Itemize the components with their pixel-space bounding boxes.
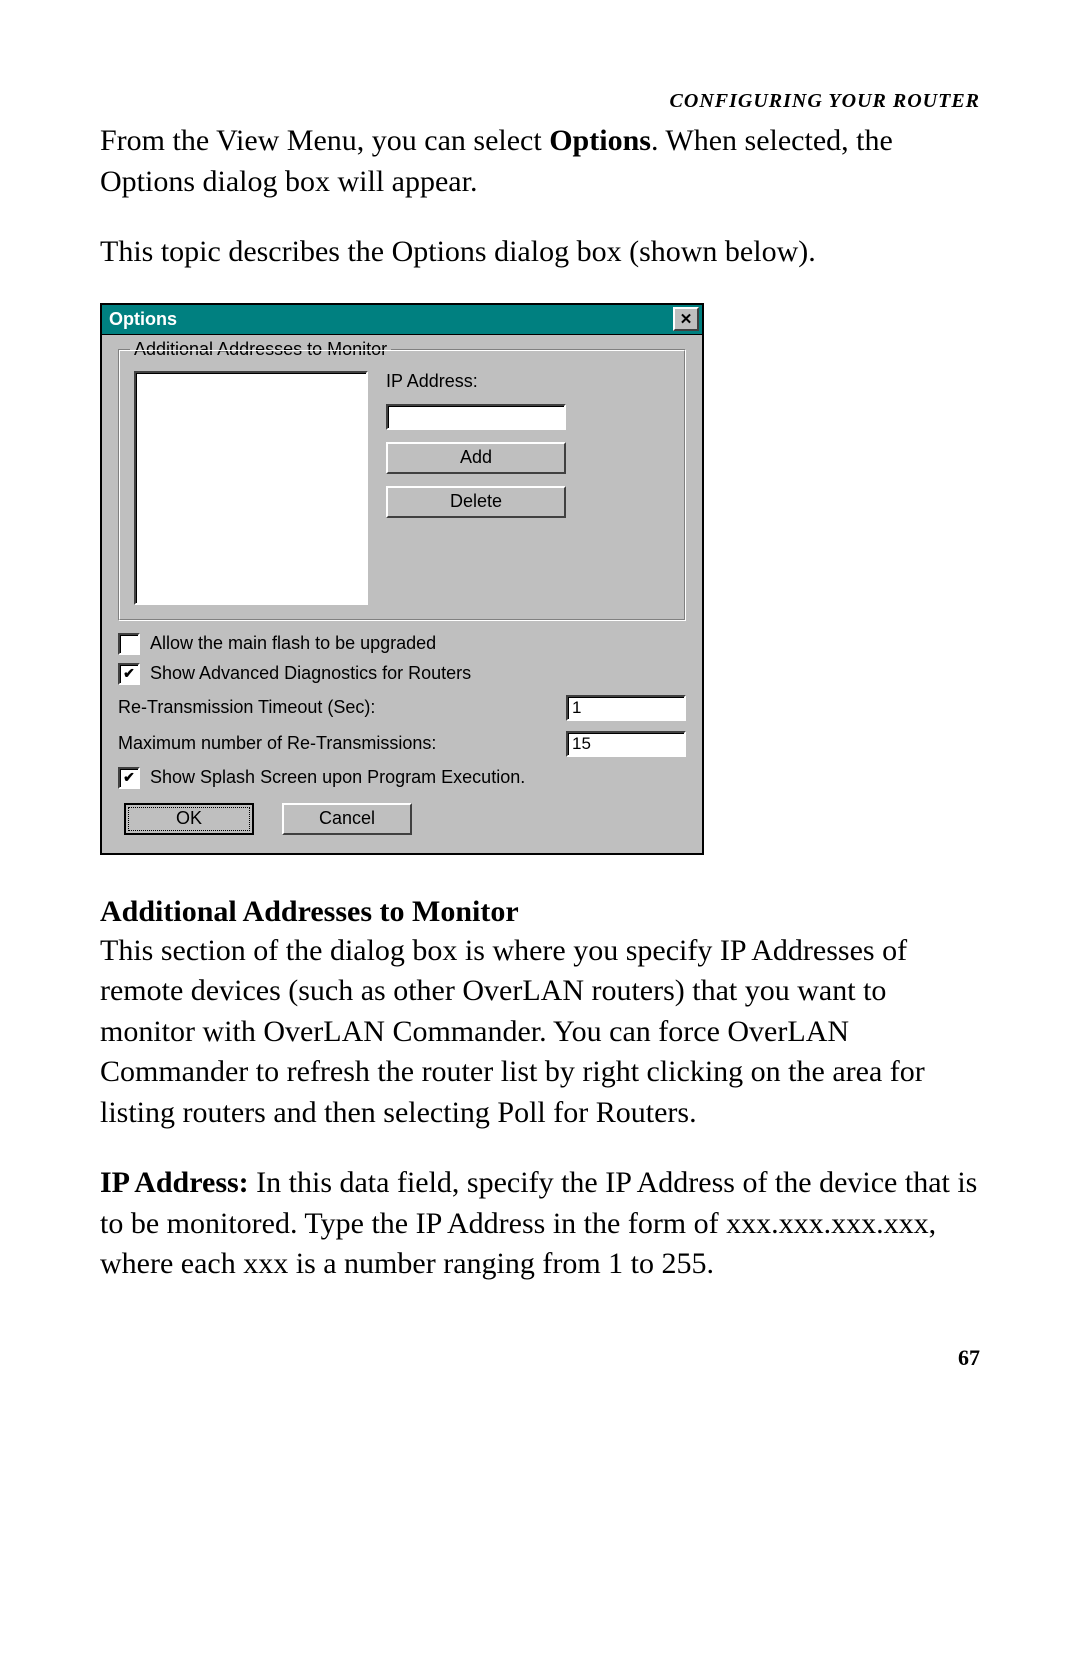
dialog-titlebar[interactable]: Options ✕ (102, 305, 702, 335)
add-button[interactable]: Add (386, 442, 566, 474)
addresses-body: This section of the dialog box is where … (100, 931, 980, 1134)
groupbox-legend: Additional Addresses to Monitor (130, 339, 391, 360)
retrans-timeout-label: Re-Transmission Timeout (Sec): (118, 697, 375, 718)
ip-address-lead: IP Address: (100, 1166, 249, 1199)
show-diag-label: Show Advanced Diagnostics for Routers (150, 663, 471, 684)
max-retrans-input[interactable] (566, 731, 686, 757)
max-retrans-label: Maximum number of Re-Transmissions: (118, 733, 436, 754)
subheading-addresses: Additional Addresses to Monitor (100, 895, 980, 929)
addresses-groupbox: Additional Addresses to Monitor IP Addre… (118, 349, 686, 621)
cancel-button[interactable]: Cancel (282, 803, 412, 835)
show-splash-checkbox[interactable]: ✔ (118, 767, 140, 789)
delete-button[interactable]: Delete (386, 486, 566, 518)
address-listbox[interactable] (134, 371, 368, 605)
intro-bold: Options (549, 124, 651, 157)
show-splash-row[interactable]: ✔ Show Splash Screen upon Program Execut… (118, 767, 686, 789)
ip-address-input[interactable] (386, 404, 566, 430)
ip-address-label: IP Address: (386, 371, 670, 392)
allow-flash-label: Allow the main flash to be upgraded (150, 633, 436, 654)
ok-button[interactable]: OK (124, 803, 254, 835)
close-icon: ✕ (680, 312, 693, 327)
ip-address-paragraph: IP Address: In this data field, specify … (100, 1163, 980, 1285)
check-icon: ✔ (123, 769, 135, 786)
retrans-timeout-input[interactable] (566, 695, 686, 721)
page-number: 67 (100, 1345, 980, 1371)
allow-flash-row[interactable]: Allow the main flash to be upgraded (118, 633, 686, 655)
allow-flash-checkbox[interactable] (118, 633, 140, 655)
close-button[interactable]: ✕ (673, 307, 699, 331)
options-dialog: Options ✕ Additional Addresses to Monito… (100, 303, 704, 855)
topic-line: This topic describes the Options dialog … (100, 232, 980, 273)
show-diag-checkbox[interactable]: ✔ (118, 663, 140, 685)
show-diag-row[interactable]: ✔ Show Advanced Diagnostics for Routers (118, 663, 686, 685)
dialog-title: Options (105, 307, 181, 332)
page-header: CONFIGURING YOUR ROUTER (100, 90, 980, 113)
intro-pre: From the View Menu, you can select (100, 124, 549, 157)
check-icon: ✔ (123, 665, 135, 682)
intro-paragraph: From the View Menu, you can select Optio… (100, 121, 980, 202)
show-splash-label: Show Splash Screen upon Program Executio… (150, 767, 525, 788)
